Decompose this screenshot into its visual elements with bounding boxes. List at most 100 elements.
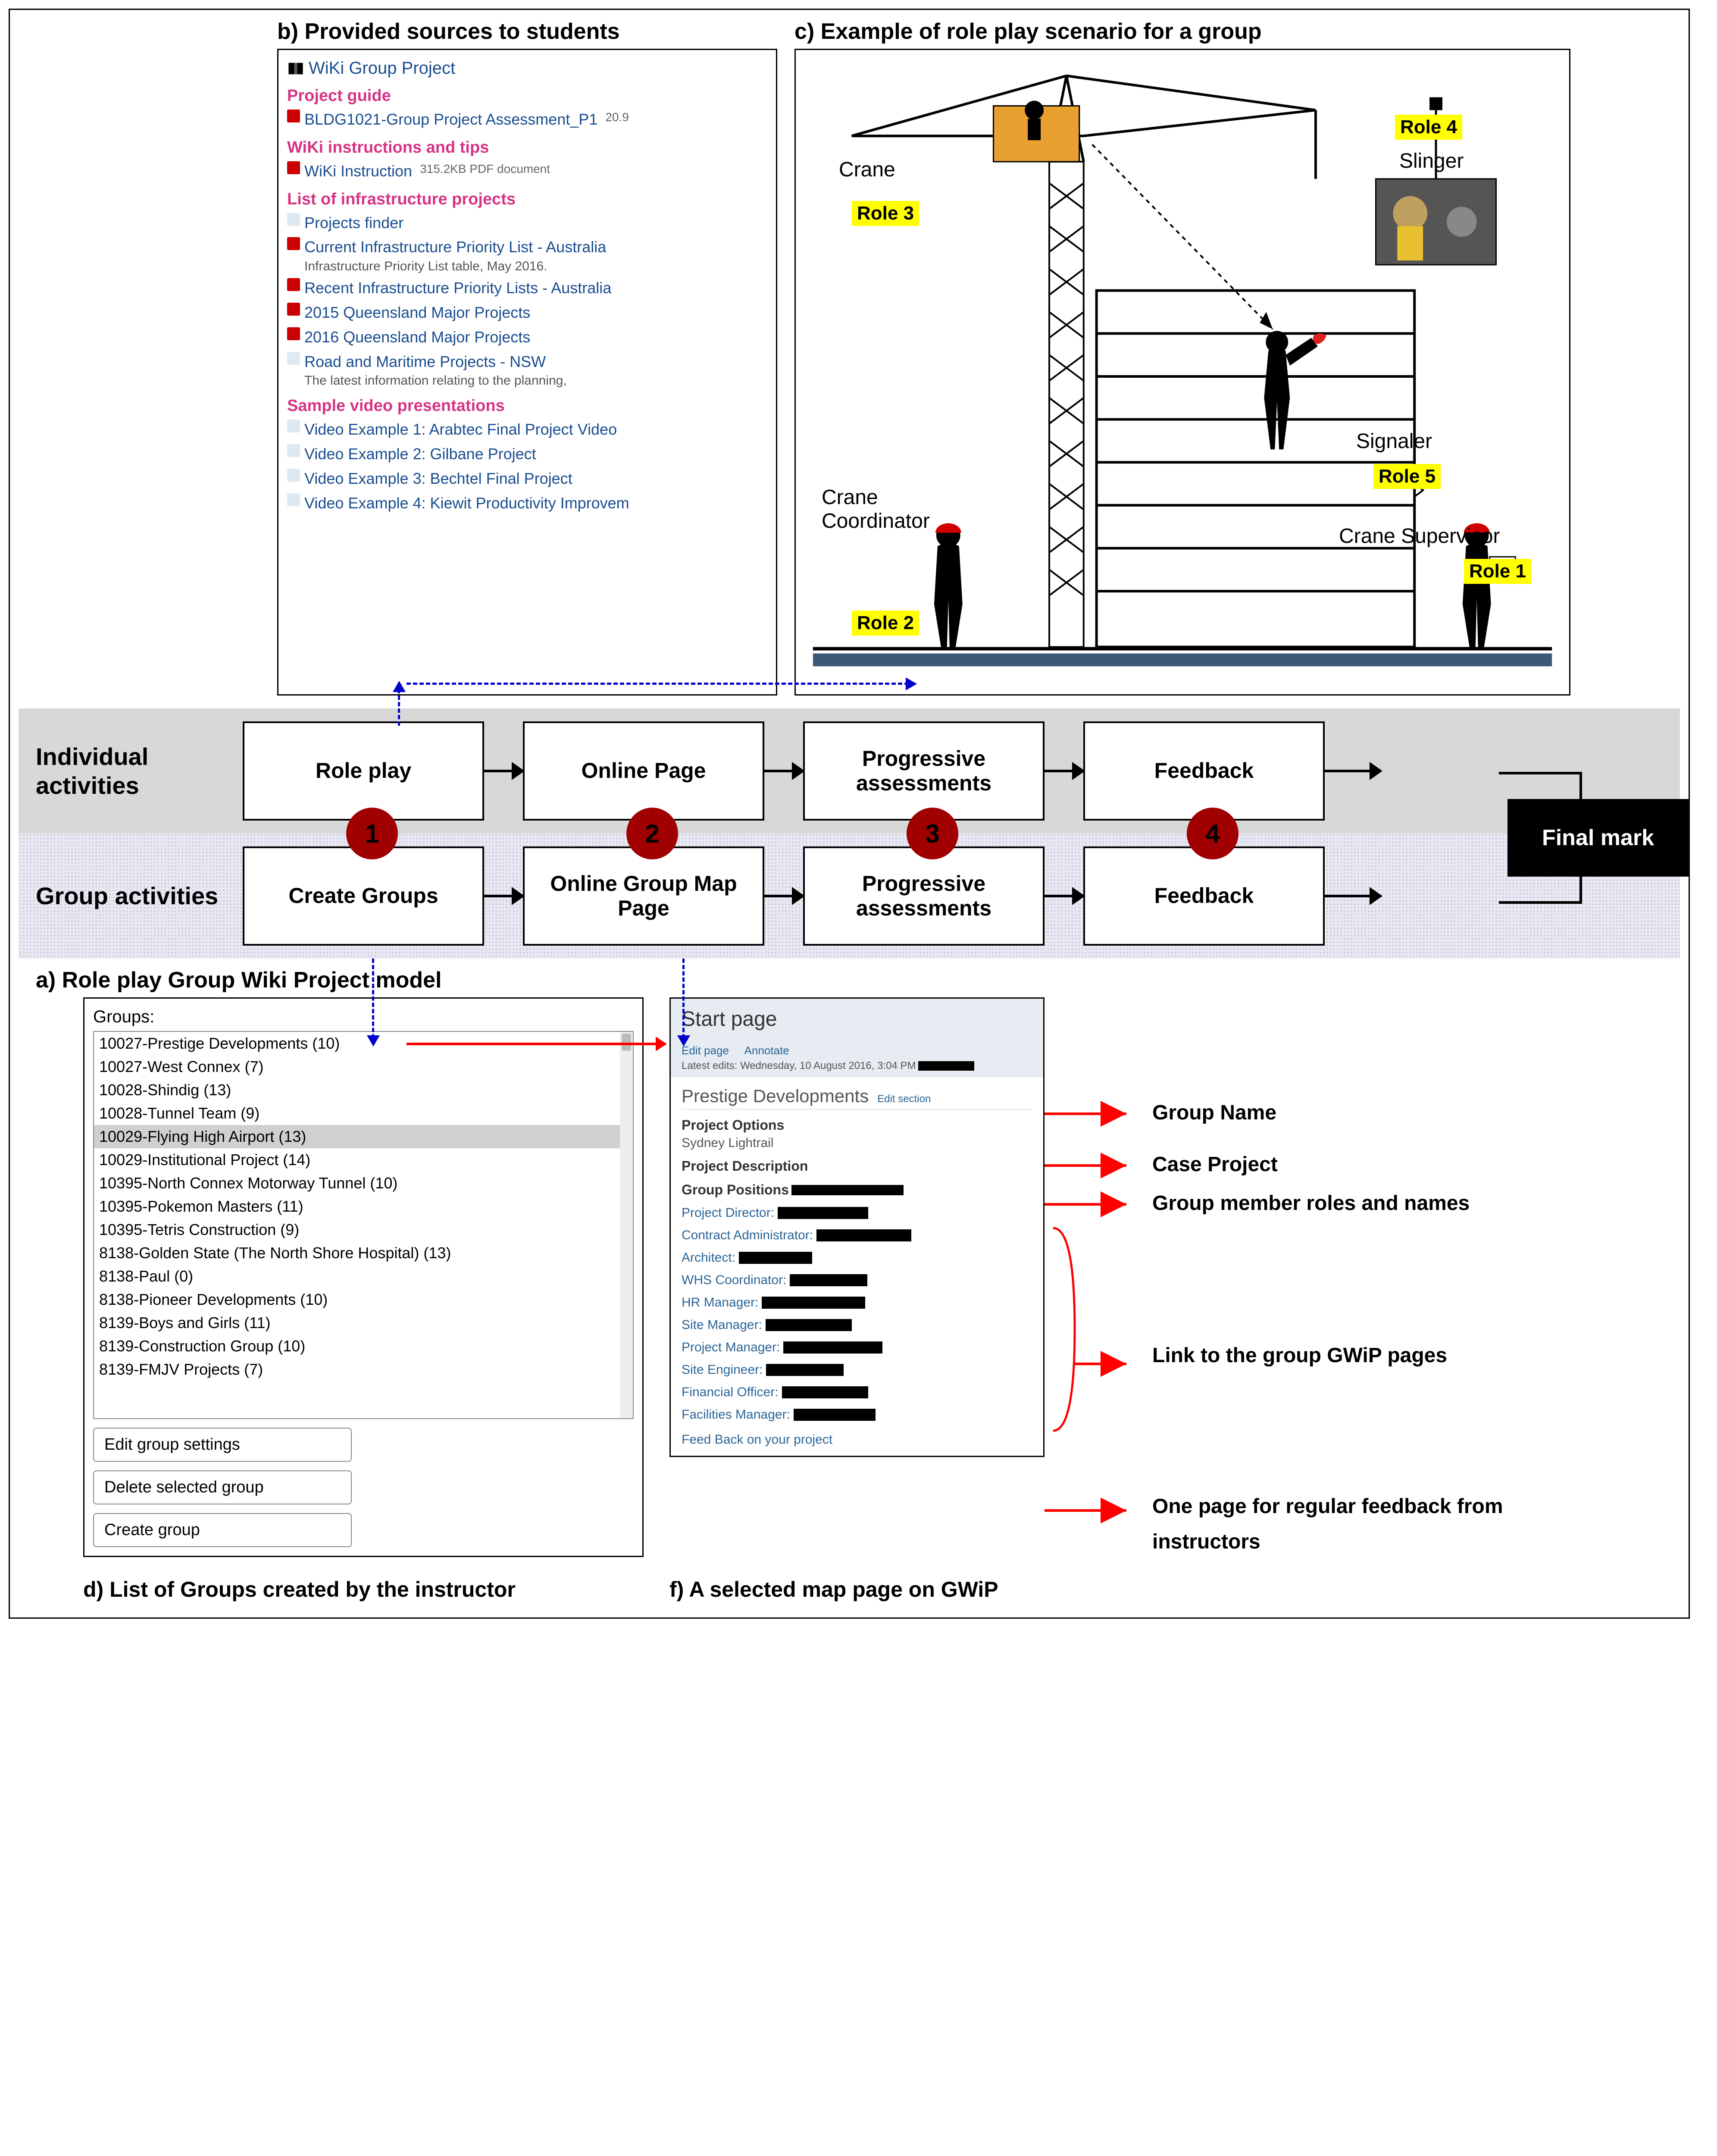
- group-list-item[interactable]: 10395-Tetris Construction (9): [94, 1218, 633, 1241]
- group-list-item[interactable]: 10028-Tunnel Team (9): [94, 1102, 633, 1125]
- group-list-item[interactable]: 10029-Flying High Airport (13): [94, 1125, 633, 1148]
- redacted-name: [739, 1252, 812, 1264]
- resource-link[interactable]: Recent Infrastructure Priority Lists - A…: [287, 278, 767, 298]
- project-options-value: Sydney Lightrail: [682, 1136, 1032, 1150]
- group-list-item[interactable]: 10395-Pokemon Masters (11): [94, 1195, 633, 1218]
- delete-selected-group-button[interactable]: Delete selected group: [93, 1470, 352, 1504]
- individual-row: Individual activities Role play Online P…: [19, 708, 1680, 834]
- group-position-link[interactable]: Financial Officer:: [682, 1385, 1032, 1400]
- role-badge-5: Role 5: [1373, 464, 1441, 489]
- step-3-badge: 3: [907, 808, 958, 859]
- group-list-item[interactable]: 10028-Shindig (13): [94, 1078, 633, 1102]
- start-page-actions: Edit page Annotate: [682, 1044, 1032, 1057]
- role-badge-4: Role 4: [1395, 115, 1462, 140]
- redacted-name: [816, 1229, 911, 1241]
- group-list-item[interactable]: 10029-Institutional Project (14): [94, 1148, 633, 1172]
- arrow-icon: [484, 770, 523, 772]
- panel-b-heading: b) Provided sources to students: [277, 19, 777, 44]
- final-mark-box: Final mark: [1507, 799, 1689, 877]
- resource-meta: 20.9: [605, 110, 629, 125]
- resource-link[interactable]: WiKi Instruction315.2KB PDF document: [287, 161, 767, 182]
- resource-label: BLDG1021-Group Project Assessment_P1: [304, 110, 597, 130]
- resource-label: Video Example 4: Kiewit Productivity Imp…: [304, 493, 629, 514]
- resource-link[interactable]: Projects finder: [287, 213, 767, 233]
- redacted-name: [790, 1274, 867, 1286]
- resource-link[interactable]: 2015 Queensland Major Projects: [287, 303, 767, 323]
- doc-icon: [287, 469, 300, 482]
- start-page-title: Start page: [682, 1007, 1032, 1031]
- resource-subtext: Infrastructure Priority List table, May …: [304, 259, 767, 274]
- arrow-icon: [1045, 895, 1083, 897]
- group-list-item[interactable]: 8138-Paul (0): [94, 1265, 633, 1288]
- group-position-link[interactable]: Site Manager:: [682, 1318, 1032, 1332]
- group-list-item[interactable]: 8139-FMJV Projects (7): [94, 1358, 633, 1381]
- arrow-create-groups-to-panel-d: [372, 959, 374, 1045]
- feedback-link[interactable]: Feed Back on your project: [682, 1432, 1032, 1447]
- resource-label: Video Example 3: Bechtel Final Project: [304, 469, 572, 489]
- resource-label: Road and Maritime Projects - NSW: [304, 352, 546, 372]
- annotate-link[interactable]: Annotate: [744, 1044, 789, 1057]
- box-progressive-assessments-ind: Progressive assessments: [803, 721, 1045, 821]
- group-list-item[interactable]: 8138-Golden State (The North Shore Hospi…: [94, 1241, 633, 1265]
- box-online-page: Online Page: [523, 721, 764, 821]
- edit-group-settings-button[interactable]: Edit group settings: [93, 1428, 352, 1462]
- arrow-icon: [764, 770, 803, 772]
- group-list-item[interactable]: 8139-Boys and Girls (11): [94, 1311, 633, 1335]
- resource-link[interactable]: Video Example 1: Arabtec Final Project V…: [287, 420, 767, 440]
- annot-member-roles: Group member roles and names: [1152, 1191, 1583, 1215]
- step-4-badge: 4: [1187, 808, 1238, 859]
- label-slinger: Slinger: [1399, 149, 1464, 173]
- annotation-arrows: [1045, 997, 1148, 1567]
- resource-meta: 315.2KB PDF document: [420, 161, 550, 177]
- arrow-map-page-to-panel-f: [682, 959, 685, 1045]
- group-list-item[interactable]: 8139-Construction Group (10): [94, 1335, 633, 1358]
- scrollbar-thumb[interactable]: [622, 1034, 631, 1051]
- annot-case-project: Case Project: [1152, 1153, 1278, 1176]
- redacted-name: [766, 1364, 844, 1376]
- group-position-link[interactable]: Project Director:: [682, 1206, 1032, 1220]
- groups-heading: Groups:: [93, 1007, 634, 1027]
- pdf-icon: [287, 278, 300, 291]
- group-list-item[interactable]: 8138-Pioneer Developments (10): [94, 1288, 633, 1311]
- resource-link[interactable]: Road and Maritime Projects - NSW: [287, 352, 767, 372]
- start-page-header: Start page Edit page Annotate Latest edi…: [671, 999, 1043, 1077]
- resource-link[interactable]: Video Example 2: Gilbane Project: [287, 444, 767, 464]
- label-crane: Crane: [839, 158, 895, 182]
- group-name-line: Prestige Developments Edit section: [682, 1086, 1032, 1109]
- resource-label: Video Example 2: Gilbane Project: [304, 444, 536, 464]
- panel-b: WiKi Group Project Project guide BLDG1021…: [277, 49, 777, 696]
- pdf-icon: [287, 237, 300, 250]
- group-list-item[interactable]: 10027-West Connex (7): [94, 1055, 633, 1078]
- edit-section-link[interactable]: Edit section: [877, 1093, 931, 1105]
- group-list-item[interactable]: 10395-North Connex Motorway Tunnel (10): [94, 1172, 633, 1195]
- scrollbar[interactable]: [620, 1032, 633, 1418]
- resource-link[interactable]: 2016 Queensland Major Projects: [287, 327, 767, 348]
- resource-link[interactable]: Current Infrastructure Priority List - A…: [287, 237, 767, 257]
- annot-feedback-page: One page for regular feedback from instr…: [1152, 1489, 1540, 1559]
- label-signaler: Signaler: [1356, 429, 1432, 453]
- group-position-link[interactable]: Contract Administrator:: [682, 1228, 1032, 1243]
- group-position-link[interactable]: Architect:: [682, 1250, 1032, 1265]
- group-position-link[interactable]: WHS Coordinator:: [682, 1273, 1032, 1288]
- box-role-play: Role play: [243, 721, 484, 821]
- resource-link[interactable]: BLDG1021-Group Project Assessment_P1 20.9: [287, 110, 767, 130]
- panel-c: Crane Role 3 Role 4 Slinger Signaler Rol…: [794, 49, 1570, 696]
- panel-f-body: Prestige Developments Edit section Proje…: [671, 1077, 1043, 1456]
- resource-link[interactable]: Video Example 3: Bechtel Final Project: [287, 469, 767, 489]
- resource-link[interactable]: Video Example 4: Kiewit Productivity Imp…: [287, 493, 767, 514]
- resource-section-heading: Project guide: [287, 87, 767, 105]
- wiki-project-title[interactable]: WiKi Group Project: [287, 59, 767, 78]
- wiki-title-text: WiKi Group Project: [309, 59, 455, 78]
- group-position-link[interactable]: Project Manager:: [682, 1340, 1032, 1355]
- doc-icon: [287, 352, 300, 365]
- groups-list[interactable]: 10027-Prestige Developments (10)10027-We…: [93, 1031, 634, 1419]
- project-description-label: Project Description: [682, 1158, 1032, 1174]
- arrow-icon: [484, 895, 523, 897]
- panel-d-caption: d) List of Groups created by the instruc…: [83, 1570, 644, 1609]
- group-position-link[interactable]: Site Engineer:: [682, 1363, 1032, 1377]
- bottom-captions: d) List of Groups created by the instruc…: [19, 1570, 1680, 1609]
- label-crane-coord: Crane Coordinator: [822, 486, 930, 533]
- create-group-button[interactable]: Create group: [93, 1513, 352, 1547]
- group-position-link[interactable]: HR Manager:: [682, 1295, 1032, 1310]
- group-position-link[interactable]: Facilities Manager:: [682, 1407, 1032, 1422]
